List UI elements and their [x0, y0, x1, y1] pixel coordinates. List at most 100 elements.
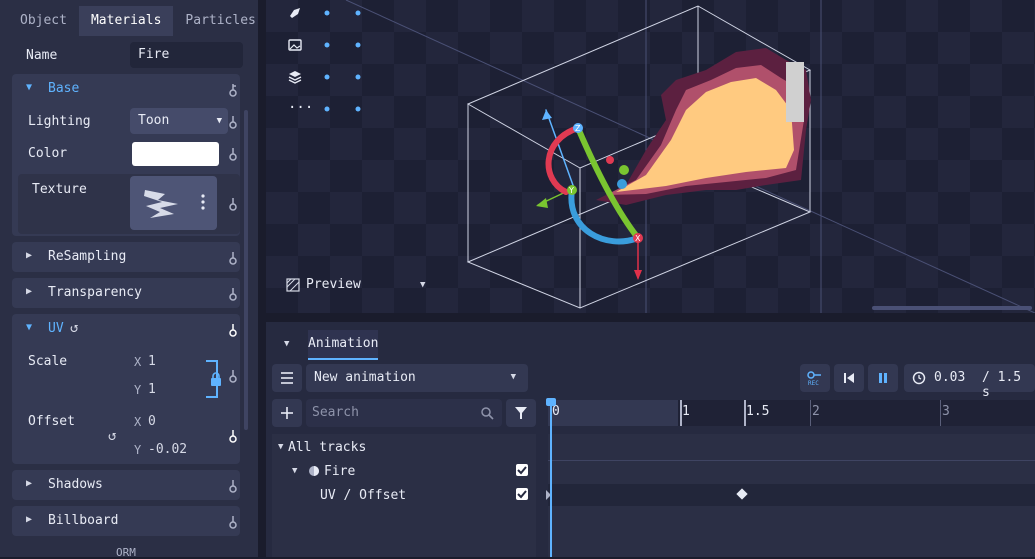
- keyframe-key-icon[interactable]: [228, 428, 238, 448]
- reset-icon[interactable]: ↺: [70, 320, 78, 336]
- keyframe-key-icon[interactable]: [228, 82, 238, 102]
- tab-object[interactable]: Object: [8, 6, 79, 36]
- dot-grid: [324, 10, 361, 112]
- chevron-down-icon[interactable]: ▼: [26, 322, 32, 333]
- scale-x-input[interactable]: 1: [148, 354, 156, 369]
- uv-section-title[interactable]: UV: [48, 321, 64, 336]
- gizmo-x-label: X: [635, 234, 641, 243]
- reset-icon[interactable]: ↺: [108, 428, 116, 444]
- billboard-title: Billboard: [48, 513, 119, 528]
- filter-icon: [515, 407, 527, 419]
- scale-label: Scale: [28, 354, 68, 369]
- material-inspector-panel: Object Materials Particles Name Fire ▼ B…: [0, 0, 258, 559]
- transparency-title: Transparency: [48, 285, 142, 300]
- billboard-section[interactable]: [12, 506, 240, 536]
- fire-track-label[interactable]: Fire: [324, 464, 355, 479]
- pause-icon: [879, 373, 887, 383]
- lighting-value: Toon: [138, 113, 170, 128]
- clock-icon: [912, 371, 926, 385]
- pause-button[interactable]: [868, 364, 898, 392]
- orm-section-partial: ORM: [116, 546, 136, 559]
- skip-back-icon: [844, 373, 854, 383]
- fire-track-checkbox[interactable]: [516, 464, 528, 476]
- search-icon: [481, 407, 494, 420]
- keyframe-key-icon[interactable]: [228, 250, 238, 270]
- uv-offset-keyframe-row[interactable]: [548, 484, 1035, 506]
- timeline-range[interactable]: [548, 400, 678, 426]
- add-track-button[interactable]: [272, 399, 302, 427]
- all-tracks-label[interactable]: All tracks: [288, 440, 366, 455]
- tick-label: 1: [682, 404, 690, 419]
- checkmark-icon: [517, 466, 527, 475]
- texture-label: Texture: [32, 182, 87, 197]
- viewport-scene: Z Y X: [266, 0, 1035, 313]
- keyframe-key-icon[interactable]: [228, 514, 238, 534]
- tick-mark: [810, 400, 811, 426]
- color-swatch[interactable]: [132, 142, 219, 166]
- lighting-select[interactable]: Toon ▼: [130, 108, 228, 134]
- offset-label: Offset: [28, 414, 75, 429]
- keyframe-key-icon[interactable]: [228, 368, 238, 388]
- layers-icon[interactable]: [288, 70, 302, 88]
- keyframe-key-icon[interactable]: [228, 196, 238, 216]
- record-key-button[interactable]: REC: [800, 364, 830, 392]
- keyframe-key-icon[interactable]: [228, 286, 238, 306]
- texture-preview-icon: [144, 190, 205, 218]
- keyframe-key-icon[interactable]: [228, 146, 238, 166]
- image-icon[interactable]: [288, 38, 302, 56]
- texture-thumbnail[interactable]: [130, 176, 217, 230]
- chevron-right-icon: ▶: [26, 286, 33, 297]
- time-display[interactable]: 0.03 / 1.5 s: [904, 364, 1035, 400]
- dropdown-arrow-icon: ▼: [216, 116, 222, 126]
- rocket-icon[interactable]: [288, 6, 302, 24]
- scale-y-key: Y: [134, 383, 142, 397]
- keyframe-key-icon[interactable]: [228, 478, 238, 498]
- hamburger-icon: [281, 372, 293, 384]
- chevron-down-icon[interactable]: ▼: [284, 339, 289, 349]
- playhead[interactable]: [550, 400, 552, 557]
- tab-animation[interactable]: Animation: [308, 330, 378, 360]
- offset-y-key: Y: [134, 443, 142, 457]
- menu-button[interactable]: [272, 364, 302, 392]
- material-name-input[interactable]: Fire: [130, 42, 243, 68]
- lighting-label: Lighting: [28, 114, 91, 129]
- rec-label: REC: [808, 380, 819, 387]
- inspector-scrollbar[interactable]: [244, 110, 248, 430]
- skip-to-start-button[interactable]: [834, 364, 864, 392]
- checkmark-icon: [517, 490, 527, 499]
- scale-x-key: X: [134, 355, 142, 369]
- offset-y-input[interactable]: -0.02: [148, 442, 187, 457]
- uv-offset-track-label[interactable]: UV / Offset: [320, 488, 406, 503]
- track-search-field[interactable]: Search: [306, 399, 502, 427]
- tab-particles[interactable]: Particles: [173, 6, 267, 36]
- keyframe-key-icon[interactable]: [228, 114, 238, 134]
- chevron-down-icon[interactable]: ▼: [278, 442, 283, 452]
- 3d-viewport[interactable]: Z Y X: [266, 0, 1035, 313]
- chevron-down-icon[interactable]: ▼: [26, 82, 32, 93]
- more-icon[interactable]: ···: [288, 100, 313, 116]
- preview-mode-select[interactable]: Preview: [306, 277, 361, 292]
- base-section-title[interactable]: Base: [48, 81, 79, 96]
- playhead-handle[interactable]: [546, 398, 556, 406]
- keyframe-key-icon[interactable]: [228, 322, 238, 342]
- lock-icon[interactable]: [210, 372, 222, 390]
- chevron-right-icon: ▶: [26, 250, 33, 261]
- chevron-right-icon: ▶: [26, 478, 33, 489]
- uv-offset-track-checkbox[interactable]: [516, 488, 528, 500]
- chevron-down-icon[interactable]: ▼: [420, 280, 425, 290]
- current-time[interactable]: 0.03: [934, 370, 965, 385]
- color-label: Color: [28, 146, 68, 161]
- offset-x-key: X: [134, 415, 142, 429]
- chevron-down-icon[interactable]: ▼: [292, 466, 297, 476]
- scale-y-input[interactable]: 1: [148, 382, 156, 397]
- shadows-section[interactable]: [12, 470, 240, 500]
- tick-label: 1.5: [746, 404, 770, 419]
- plus-icon: [281, 407, 293, 419]
- total-time: / 1.5 s: [982, 370, 1022, 400]
- animation-select[interactable]: New animation ▼: [306, 364, 528, 392]
- filter-button[interactable]: [506, 399, 536, 427]
- name-label: Name: [26, 48, 58, 63]
- search-placeholder: Search: [312, 405, 359, 420]
- offset-x-input[interactable]: 0: [148, 414, 156, 429]
- tab-materials[interactable]: Materials: [78, 6, 174, 36]
